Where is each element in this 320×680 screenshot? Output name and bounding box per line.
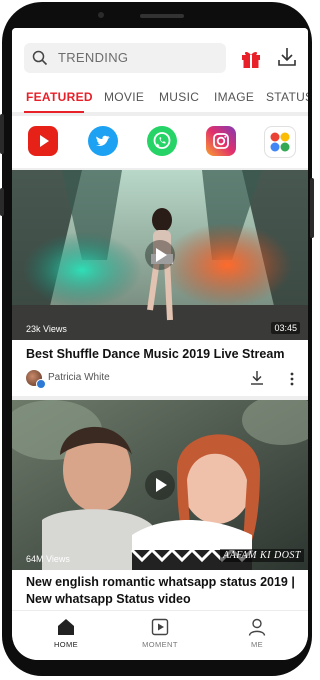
verified-badge-icon	[36, 379, 46, 389]
video-duration: 03:45	[271, 322, 300, 334]
more-options-icon[interactable]	[286, 371, 298, 387]
search-icon	[32, 50, 48, 66]
active-tab-indicator	[24, 111, 84, 113]
tab-music[interactable]: MUSIC	[159, 90, 199, 104]
video-thumbnail[interactable]: 23k Views 03:45	[12, 170, 308, 340]
tab-status[interactable]: STATUS	[266, 90, 308, 104]
google-apps-icon[interactable]	[264, 126, 296, 158]
bottom-navigation: HOME MOMENT ME	[12, 610, 308, 660]
share-apps-row	[12, 116, 308, 168]
gift-icon[interactable]	[240, 48, 262, 70]
nav-home-label: HOME	[53, 640, 79, 649]
view-count: 23k Views	[26, 324, 67, 334]
whatsapp-icon[interactable]	[147, 126, 177, 156]
download-icon[interactable]	[248, 369, 266, 387]
nav-moment[interactable]: MOMENT	[120, 617, 200, 649]
side-button	[310, 178, 314, 238]
front-camera	[98, 12, 104, 18]
category-tabs: FEATURED MOVIE MUSIC IMAGE STATUS	[12, 84, 308, 113]
phone-frame: TRENDING FEATURED MOVIE MUSIC IMAGE STAT…	[0, 2, 314, 676]
youtube-icon[interactable]	[28, 126, 58, 156]
twitter-icon[interactable]	[88, 126, 118, 156]
author-row: Patricia White	[26, 369, 298, 389]
home-icon	[58, 619, 74, 635]
nav-me[interactable]: ME	[217, 617, 297, 649]
video-thumbnail[interactable]: 64M Views AAFAM KI DOST	[12, 400, 308, 570]
video-card[interactable]: 23k Views 03:45 Best Shuffle Dance Music…	[12, 170, 308, 396]
volume-button	[0, 114, 4, 154]
speaker	[140, 14, 184, 18]
instagram-icon[interactable]	[206, 126, 236, 156]
profile-icon	[248, 618, 266, 636]
search-bar[interactable]: TRENDING	[24, 43, 226, 73]
play-icon[interactable]	[145, 240, 175, 270]
video-title[interactable]: New english romantic whatsapp status 201…	[26, 574, 298, 608]
search-input[interactable]: TRENDING	[58, 50, 128, 65]
nav-moment-label: MOMENT	[142, 640, 178, 649]
tab-image[interactable]: IMAGE	[214, 90, 254, 104]
power-button	[0, 188, 4, 216]
app-screen: TRENDING FEATURED MOVIE MUSIC IMAGE STAT…	[12, 28, 308, 660]
download-icon[interactable]	[276, 46, 298, 68]
video-card[interactable]: 64M Views AAFAM KI DOST New english roma…	[12, 400, 308, 610]
tab-movie[interactable]: MOVIE	[104, 90, 144, 104]
play-icon[interactable]	[145, 470, 175, 500]
top-bar: TRENDING FEATURED MOVIE MUSIC IMAGE STAT…	[12, 28, 308, 113]
nav-home[interactable]: HOME	[26, 617, 106, 649]
nav-me-label: ME	[250, 640, 264, 649]
author-name[interactable]: Patricia White	[48, 372, 110, 383]
watermark: AAFAM KI DOST	[220, 549, 304, 562]
view-count: 64M Views	[26, 554, 70, 564]
tab-featured[interactable]: FEATURED	[26, 90, 93, 104]
moment-icon	[151, 618, 169, 636]
video-title[interactable]: Best Shuffle Dance Music 2019 Live Strea…	[26, 346, 298, 363]
